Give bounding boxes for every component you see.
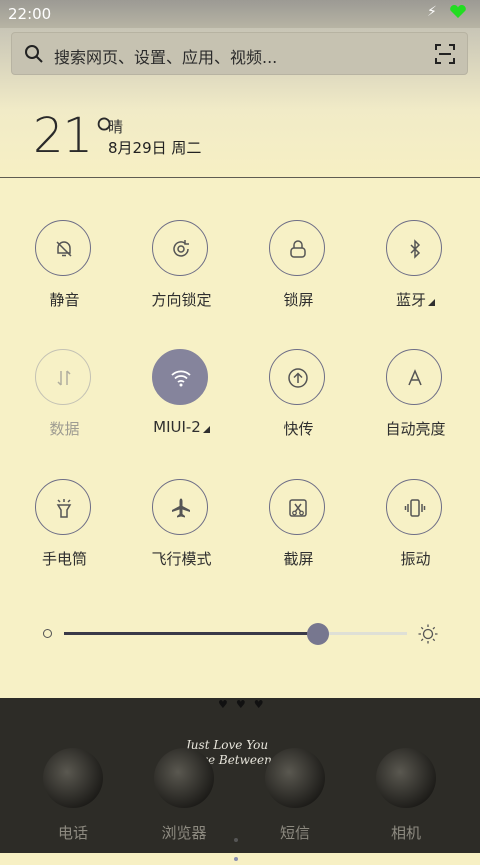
flashlight-icon [56,499,72,518]
heart-decoration-icon: ♥♥♥ [218,698,272,711]
toggle-lock-screen[interactable]: 锁屏 [240,220,357,309]
browser-app-icon[interactable] [154,748,214,808]
toggle-quick-transfer[interactable]: 快传 [240,349,357,438]
brightness-min-icon [43,629,52,638]
toggle-flashlight[interactable]: 手电筒 [6,479,123,568]
toggle-label: 方向锁定 [151,291,212,309]
messages-app-icon[interactable] [265,748,325,808]
lightning-icon: ⚡ [427,4,437,20]
brightness-thumb[interactable] [306,623,329,645]
toggle-label: 蓝牙 [357,289,474,310]
toggle-label: 锁屏 [283,291,314,309]
dock-app-browser[interactable]: 浏览器 [139,748,229,843]
auto-brightness-icon [408,369,422,386]
lock-icon [290,240,306,258]
toggle-label-text: MIUI-2 [153,418,201,436]
toggle-data[interactable]: 数据 [6,349,123,438]
bluetooth-icon [410,239,421,259]
upload-icon [288,368,308,388]
toggle-wifi-button[interactable] [152,349,208,405]
toggle-mute-button[interactable] [35,220,91,276]
toggle-bluetooth-button[interactable] [386,220,442,276]
toggle-label: 数据 [49,420,80,438]
toggle-label: MIUI-2 [123,418,240,436]
dock-app-camera[interactable]: 相机 [361,748,451,843]
date-label: 8月29日 周二 [108,139,202,157]
toggle-wifi[interactable]: MIUI-2 [123,349,240,436]
screenshot-icon [289,499,307,517]
weather-condition: 晴 [108,118,124,136]
toggle-label: 振动 [400,550,431,568]
toggle-lock-screen-button[interactable] [269,220,325,276]
dock-app-label: 浏览器 [161,824,207,842]
search-input[interactable]: 搜索网页、设置、应用、视频... [54,44,277,68]
dock-app-phone[interactable]: 电话 [28,748,118,843]
battery-icon [450,5,466,18]
toggle-label: 自动亮度 [385,420,446,438]
toggle-auto-brightness[interactable]: 自动亮度 [357,349,474,438]
toggle-data-button[interactable] [35,349,91,405]
toggle-screenshot[interactable]: 截屏 [240,479,357,568]
toggle-vibrate[interactable]: 振动 [357,479,474,568]
toggle-vibrate-button[interactable] [386,479,442,535]
phone-app-icon[interactable] [43,748,103,808]
toggle-flashlight-button[interactable] [35,479,91,535]
toggle-label: 快传 [283,420,314,438]
temperature: 21° [33,108,116,164]
toggle-label: 静音 [49,291,80,309]
brightness-slider[interactable] [64,623,407,645]
dock-app-messages[interactable]: 短信 [250,748,340,843]
dock-app-label: 短信 [279,824,310,842]
rotation-lock-icon [173,240,189,257]
brightness-fill [64,632,318,635]
dock-app-label: 相机 [390,824,421,842]
bell-off-icon [56,241,72,257]
toggle-rotation-lock[interactable]: 方向锁定 [123,220,240,309]
toggle-label: 手电筒 [41,550,87,568]
wifi-icon [171,370,191,387]
toggle-label-text: 蓝牙 [395,291,426,309]
vibrate-icon [404,499,426,517]
toggle-screenshot-button[interactable] [269,479,325,535]
page-dot [234,838,238,842]
search-bar[interactable]: 搜索网页、设置、应用、视频... [11,32,468,75]
search-icon [25,45,43,63]
status-time: 22:00 [8,5,52,23]
toggle-airplane-button[interactable] [152,479,208,535]
data-arrows-icon [57,370,71,386]
page-dot-active [234,857,238,861]
toggle-airplane[interactable]: 飞行模式 [123,479,240,568]
dock-app-label: 电话 [57,824,88,842]
page-indicator [234,827,248,861]
toggle-bluetooth[interactable]: 蓝牙 [357,220,474,309]
status-bar: 22:00 ⚡ [0,0,480,28]
toggle-label: 飞行模式 [151,550,212,568]
toggle-quick-transfer-button[interactable] [269,349,325,405]
toggle-label: 截屏 [283,550,314,568]
toggle-auto-brightness-button[interactable] [386,349,442,405]
camera-app-icon[interactable] [376,748,436,808]
more-indicator-icon [428,299,435,306]
airplane-icon [172,498,190,518]
toggle-mute[interactable]: 静音 [6,220,123,309]
sun-icon [418,624,438,644]
scan-icon[interactable] [435,44,455,64]
toggle-rotation-lock-button[interactable] [152,220,208,276]
more-indicator-icon [202,426,210,433]
